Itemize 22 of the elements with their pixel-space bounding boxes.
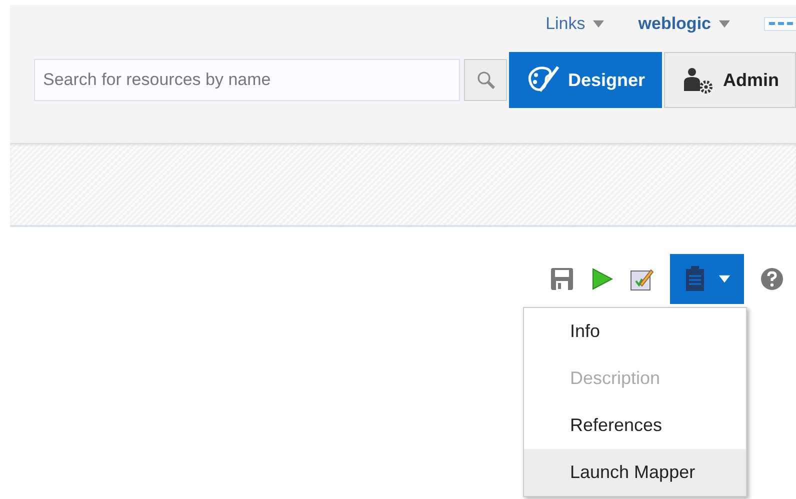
help-icon[interactable] bbox=[760, 267, 784, 291]
more-icon[interactable] bbox=[764, 17, 796, 31]
menu-item[interactable]: Launch Mapper bbox=[524, 449, 746, 496]
clipboard-icon bbox=[684, 266, 704, 292]
person-gear-icon bbox=[681, 65, 715, 95]
menu-item[interactable]: References bbox=[524, 402, 746, 449]
edit-icon[interactable] bbox=[630, 267, 654, 291]
caret-icon bbox=[719, 20, 730, 28]
search-icon bbox=[476, 70, 496, 90]
header-link-dropdown[interactable]: Links bbox=[546, 14, 604, 34]
save-icon[interactable] bbox=[550, 267, 574, 291]
search-field[interactable]: Search for resources by name bbox=[34, 59, 460, 101]
header-link-dropdown[interactable]: weblogic bbox=[638, 14, 730, 34]
play-icon[interactable] bbox=[590, 267, 614, 291]
mode-tab[interactable]: Admin bbox=[664, 52, 796, 108]
clipboard-menu-button[interactable] bbox=[670, 254, 744, 304]
caret-icon bbox=[718, 275, 730, 283]
menu-item[interactable]: Info bbox=[524, 308, 746, 355]
caret-icon bbox=[593, 20, 604, 28]
search-button[interactable] bbox=[464, 59, 507, 101]
palette-brush-icon bbox=[526, 65, 560, 95]
mode-tab[interactable]: Designer bbox=[508, 52, 662, 108]
